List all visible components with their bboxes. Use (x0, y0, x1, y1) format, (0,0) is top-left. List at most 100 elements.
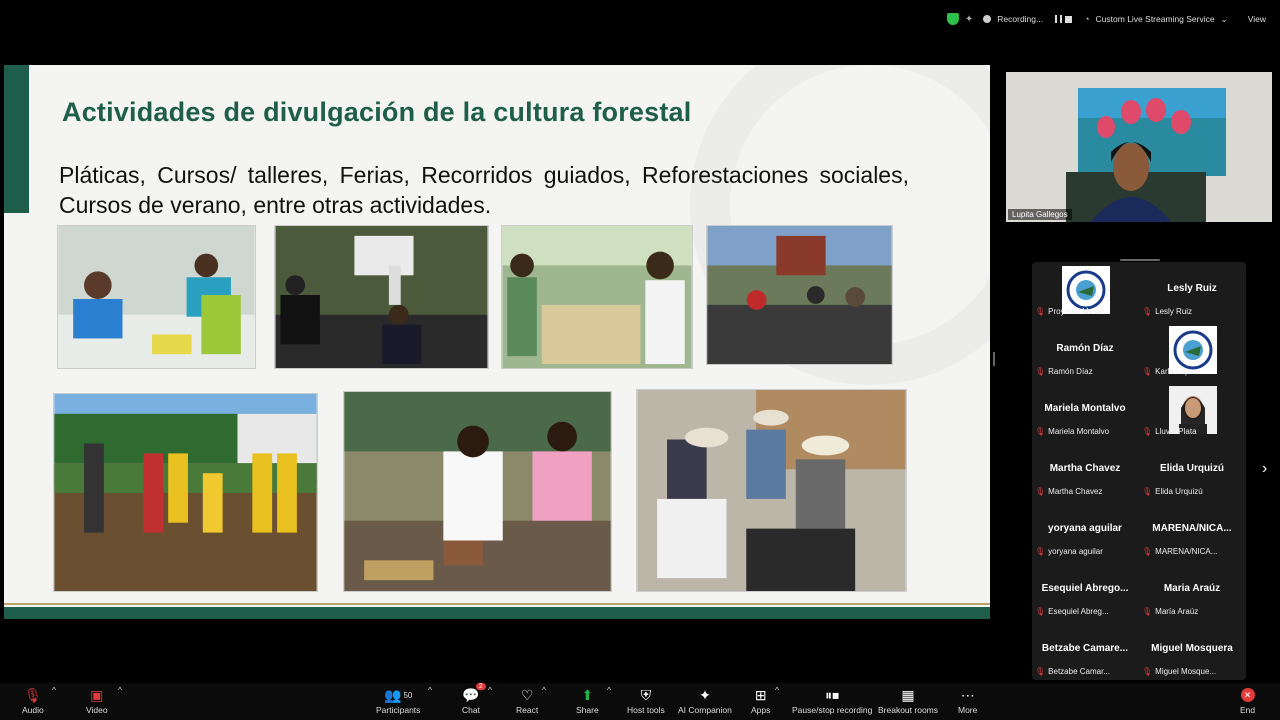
security-shield-icon[interactable] (946, 13, 959, 25)
participant-display-name: yoryana aguilar (1048, 523, 1122, 534)
muted-microphone-icon: 🎙 (1035, 487, 1046, 496)
muted-microphone-icon: 🎙 (1142, 427, 1153, 436)
participant-name-label: 🎙 Ramón Díaz (1035, 367, 1093, 376)
participant-display-name: Martha Chavez (1049, 463, 1121, 474)
muted-microphone-icon: 🎙 (1142, 547, 1153, 556)
ai-spark-icon[interactable]: ✦ (965, 14, 973, 25)
audio-options-chevron[interactable]: ^ (52, 685, 56, 695)
slide-title: Actividades de divulgación de la cultura… (62, 97, 692, 127)
participant-tile[interactable]: Miguel Mosquera 🎙 Miguel Mosque... (1139, 622, 1245, 680)
share-screen-icon: ⬆ (581, 686, 594, 703)
apps-label: Apps (751, 705, 771, 715)
view-menu-button[interactable]: View (1248, 14, 1266, 24)
participant-label-text: Miguel Mosque... (1155, 667, 1217, 676)
muted-microphone-icon: 🎙 (1035, 547, 1046, 556)
muted-microphone-icon: 🎙 (1035, 667, 1046, 676)
breakout-grid-icon: ▦ (901, 686, 915, 703)
recording-label: Recording... (997, 14, 1044, 24)
video-button[interactable]: ▣ Video (86, 685, 108, 716)
participant-name-label: 🎙 Proyecto Mesel... (1035, 307, 1110, 316)
slide-bottom-bar (4, 607, 990, 619)
video-label: Video (86, 705, 108, 715)
chat-button[interactable]: 💬 2 Chat (462, 683, 486, 715)
share-options-chevron[interactable]: ^ (607, 685, 611, 695)
video-off-icon: ▣ (90, 686, 104, 703)
ai-companion-button[interactable]: ✦ AI Companion (678, 685, 732, 716)
muted-microphone-icon: 🎙 (1142, 307, 1153, 316)
participant-name-label: 🎙 MARENA/NICA... (1142, 547, 1217, 556)
participant-tile[interactable]: Mariela Montalvo 🎙 Mariela Montalvo (1032, 382, 1138, 440)
sparkle-icon: ✦ (699, 686, 711, 703)
participant-display-name: Esequiel Abrego... (1041, 583, 1129, 594)
apps-options-chevron[interactable]: ^ (775, 685, 779, 695)
share-label: Share (576, 705, 599, 715)
participants-gallery: 🎙 Proyecto Mesel... Lesly Ruiz 🎙 Lesly Ruiz R… (1032, 262, 1246, 680)
stop-recording-icon[interactable] (1065, 15, 1073, 23)
participant-name-label: 🎙 Mariela Montalvo (1035, 427, 1109, 436)
participant-tile[interactable]: Ramón Díaz 🎙 Ramón Díaz (1032, 322, 1138, 380)
participant-label-text: Lesly Ruiz (1155, 307, 1193, 316)
microphone-muted-icon: 🎙 (23, 686, 42, 703)
share-button[interactable]: ⬆ Share (576, 685, 599, 716)
participant-label-text: Proyecto Mesel... (1048, 307, 1110, 316)
participant-tile[interactable]: Martha Chavez 🎙 Martha Chavez (1032, 442, 1138, 500)
shared-screen-slide: Actividades de divulgación de la cultura… (4, 65, 990, 619)
audio-button[interactable]: 🎙 Audio (22, 685, 44, 716)
slide-gold-line (4, 603, 990, 605)
resize-handle[interactable] (993, 352, 995, 366)
participants-button[interactable]: 👥 50 Participants (376, 685, 420, 716)
chat-icon: 💬 2 (462, 683, 486, 705)
participant-tile[interactable]: yoryana aguilar 🎙 yoryana aguilar (1032, 502, 1138, 560)
more-label: More (958, 705, 978, 715)
apps-button[interactable]: ⊞ Apps (751, 685, 771, 716)
next-page-arrow[interactable]: › (1262, 460, 1267, 478)
participant-name-label: 🎙 Esequiel Abreg... (1035, 607, 1109, 616)
pause-stop-recording-button[interactable]: ⏸⏹ Pause/stop recording (792, 685, 873, 716)
participant-name-label: 🎙 Lluvia Plata (1142, 427, 1197, 436)
video-options-chevron[interactable]: ^ (118, 685, 122, 695)
gallery-drag-handle[interactable] (1120, 259, 1160, 261)
speaker-video[interactable]: Lupita Gallegos (1006, 72, 1272, 222)
participant-tile[interactable]: Elida Urquizú 🎙 Elida Urquizú (1139, 442, 1245, 500)
muted-microphone-icon: 🎙 (1142, 607, 1153, 616)
end-meeting-button[interactable]: ✕ End (1240, 685, 1255, 715)
participant-display-name: Maria Araúz (1163, 583, 1221, 594)
participant-tile[interactable]: Lesly Ruiz 🎙 Lesly Ruiz (1139, 262, 1245, 320)
heart-icon: ♡ (520, 686, 534, 703)
live-stream-label[interactable]: Custom Live Streaming Service (1096, 14, 1215, 24)
host-tools-button[interactable]: ⛨ Host tools (627, 685, 665, 716)
react-options-chevron[interactable]: ^ (542, 685, 546, 695)
pause-stop-label: Pause/stop recording (792, 705, 873, 715)
participant-label-text: Esequiel Abreg... (1048, 607, 1109, 616)
participant-tile[interactable]: Esequiel Abrego... 🎙 Esequiel Abreg... (1032, 562, 1138, 620)
participant-tile[interactable]: 🎙 Proyecto Mesel... (1032, 262, 1138, 320)
muted-microphone-icon: 🎙 (1142, 667, 1153, 676)
photo-kids-seeds (343, 391, 612, 592)
participant-tile[interactable]: 🎙 Karla López (1139, 322, 1245, 380)
participant-name-label: 🎙 Lesly Ruiz (1142, 307, 1192, 316)
participants-options-chevron[interactable]: ^ (428, 685, 432, 695)
participant-tile[interactable]: MARENA/NICA... 🎙 MARENA/NICA... (1139, 502, 1245, 560)
participant-name-label: 🎙 Martha Chavez (1035, 487, 1102, 496)
pause-recording-icon[interactable] (1055, 15, 1063, 23)
host-tools-label: Host tools (627, 705, 665, 715)
participant-label-text: Martha Chavez (1048, 487, 1103, 496)
chat-options-chevron[interactable]: ^ (488, 685, 492, 695)
participant-label-text: María Araúz (1155, 607, 1199, 616)
slide-left-accent-bar (4, 65, 29, 213)
participant-tile[interactable]: Betzabe Camare... 🎙 Betzabe Camar... (1032, 622, 1138, 680)
photo-reforestation (53, 393, 318, 592)
muted-microphone-icon: 🎙 (1142, 367, 1153, 376)
more-button[interactable]: ⋯ More (958, 685, 978, 716)
speaker-name-label: Lupita Gallegos (1008, 209, 1072, 220)
chevron-down-icon[interactable]: ⌄ (1221, 14, 1228, 25)
participant-tile[interactable]: 🎙 Lluvia Plata (1139, 382, 1245, 440)
live-stream-icon: ◔ (1084, 14, 1090, 24)
slide-body-text: Pláticas, Cursos/ talleres, Ferias, Reco… (59, 162, 909, 218)
react-button[interactable]: ♡ React (516, 685, 538, 716)
muted-microphone-icon: 🎙 (1035, 307, 1046, 316)
participant-name-label: 🎙 Miguel Mosque... (1142, 667, 1216, 676)
photo-students-table (501, 225, 693, 369)
participant-tile[interactable]: Maria Araúz 🎙 María Araúz (1139, 562, 1245, 620)
breakout-rooms-button[interactable]: ▦ Breakout rooms (878, 685, 938, 716)
